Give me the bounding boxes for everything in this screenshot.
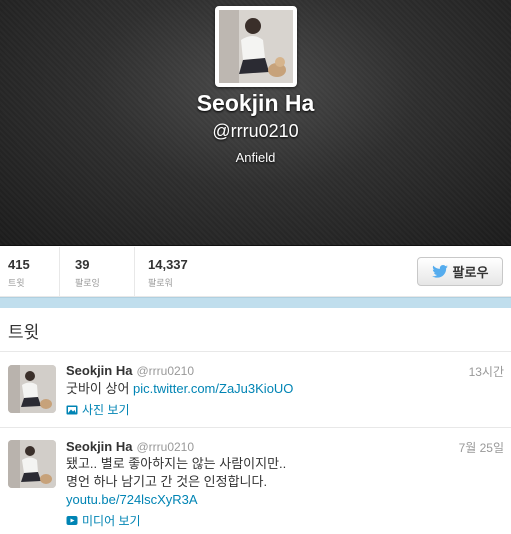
stat-following-label: 팔로잉 bbox=[75, 278, 100, 288]
profile-location: Anfield bbox=[235, 150, 276, 165]
tweet-timestamp[interactable]: 13시간 bbox=[469, 363, 504, 380]
tweet-author[interactable]: Seokjin Ha @rrru0210 bbox=[66, 439, 194, 454]
twitter-bird-icon bbox=[431, 265, 448, 278]
stat-followers[interactable]: 14,337 팔로워 bbox=[140, 247, 240, 297]
tweet-item[interactable]: Seokjin Ha @rrru0210 7월 25일 됐고.. 별로 좋아하지는… bbox=[0, 429, 511, 534]
tweet-body: 굿바이 상어 bbox=[66, 381, 134, 396]
photo-icon bbox=[66, 405, 78, 415]
tweet-author-handle: @rrru0210 bbox=[136, 440, 195, 454]
stat-following-value: 39 bbox=[75, 257, 90, 272]
follow-button-label: 팔로우 bbox=[452, 265, 489, 280]
tweet-link[interactable]: pic.twitter.com/ZaJu3KioUO bbox=[133, 381, 293, 396]
avatar-photo-icon bbox=[8, 365, 56, 413]
tweets-section-title: 트윗 bbox=[8, 323, 40, 342]
tweet-item[interactable]: Seokjin Ha @rrru0210 13시간 굿바이 상어 pic.twit… bbox=[0, 352, 511, 428]
tweet-avatar[interactable] bbox=[8, 365, 56, 413]
view-media-label: 미디어 보기 bbox=[82, 514, 141, 528]
tweet-author-name: Seokjin Ha bbox=[66, 363, 133, 378]
profile-header: Seokjin Ha @rrru0210 Anfield bbox=[0, 0, 511, 246]
profile-name: Seokjin Ha bbox=[196, 90, 315, 116]
tweet-text: 됐고.. 별로 좋아하지는 않는 사람이지만.. 명언 하나 남기고 간 것은 … bbox=[66, 455, 286, 509]
avatar-photo-icon bbox=[8, 440, 56, 488]
stat-followers-value: 14,337 bbox=[148, 257, 188, 272]
stat-tweets-value: 415 bbox=[8, 257, 30, 272]
tweet-body-line-2: 명언 하나 남기고 간 것은 인정합니다. bbox=[66, 474, 268, 489]
tweet-link[interactable]: youtu.be/724lscXyR3A bbox=[66, 491, 286, 509]
follow-button[interactable]: 팔로우 bbox=[417, 257, 503, 286]
view-media-link[interactable]: 미디어 보기 bbox=[66, 512, 141, 529]
tweet-body-line-1: 됐고.. 별로 좋아하지는 않는 사람이지만.. bbox=[66, 456, 287, 471]
view-photo-link[interactable]: 사진 보기 bbox=[66, 401, 130, 418]
tweet-avatar[interactable] bbox=[8, 440, 56, 488]
tweet-author-name: Seokjin Ha bbox=[66, 439, 133, 454]
stat-followers-label: 팔로워 bbox=[148, 278, 173, 288]
profile-avatar[interactable] bbox=[215, 6, 297, 87]
stat-tweets-label: 트윗 bbox=[8, 278, 25, 288]
view-photo-label: 사진 보기 bbox=[82, 403, 130, 417]
tweet-author[interactable]: Seokjin Ha @rrru0210 bbox=[66, 363, 194, 378]
stat-tweets[interactable]: 415 트윗 bbox=[0, 247, 60, 297]
tweet-text: 굿바이 상어 pic.twitter.com/ZaJu3KioUO bbox=[66, 380, 293, 398]
play-icon bbox=[66, 516, 78, 525]
section-separator-band bbox=[0, 297, 511, 308]
stat-following[interactable]: 39 팔로잉 bbox=[67, 247, 135, 297]
tweet-author-handle: @rrru0210 bbox=[136, 364, 195, 378]
avatar-photo-icon bbox=[219, 10, 293, 83]
tweet-timestamp[interactable]: 7월 25일 bbox=[459, 439, 504, 456]
profile-handle[interactable]: @rrru0210 bbox=[0, 121, 511, 142]
